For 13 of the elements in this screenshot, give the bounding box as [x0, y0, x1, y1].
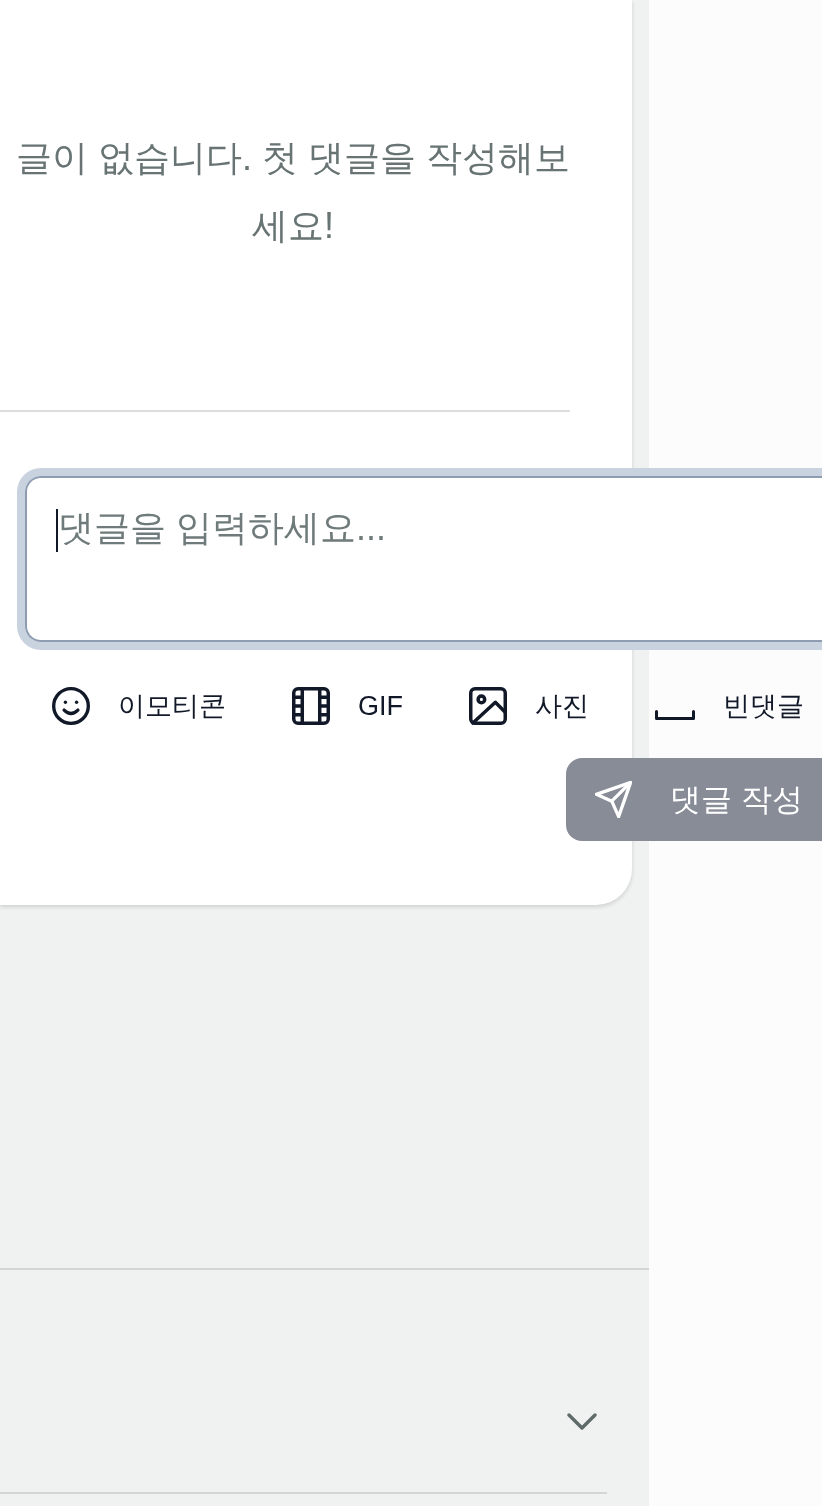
chevron-down-icon[interactable]: [567, 1411, 597, 1432]
gif-button[interactable]: GIF: [292, 687, 403, 725]
text-cursor-icon: [56, 509, 58, 552]
space-bar-icon: [655, 710, 695, 720]
image-icon: [469, 687, 507, 725]
empty-comments-message: 글이 없습니다. 첫 댓글을 작성해보세요!: [15, 136, 571, 248]
photo-button[interactable]: 사진: [469, 687, 589, 725]
send-icon: [595, 781, 632, 818]
emoji-button[interactable]: 이모티콘: [52, 687, 226, 725]
blank-button[interactable]: 빈댓글: [655, 687, 804, 725]
comment-input[interactable]: 댓글을 입력하세요...: [17, 468, 822, 650]
smiley-icon: [52, 687, 90, 725]
film-icon: [292, 687, 330, 725]
